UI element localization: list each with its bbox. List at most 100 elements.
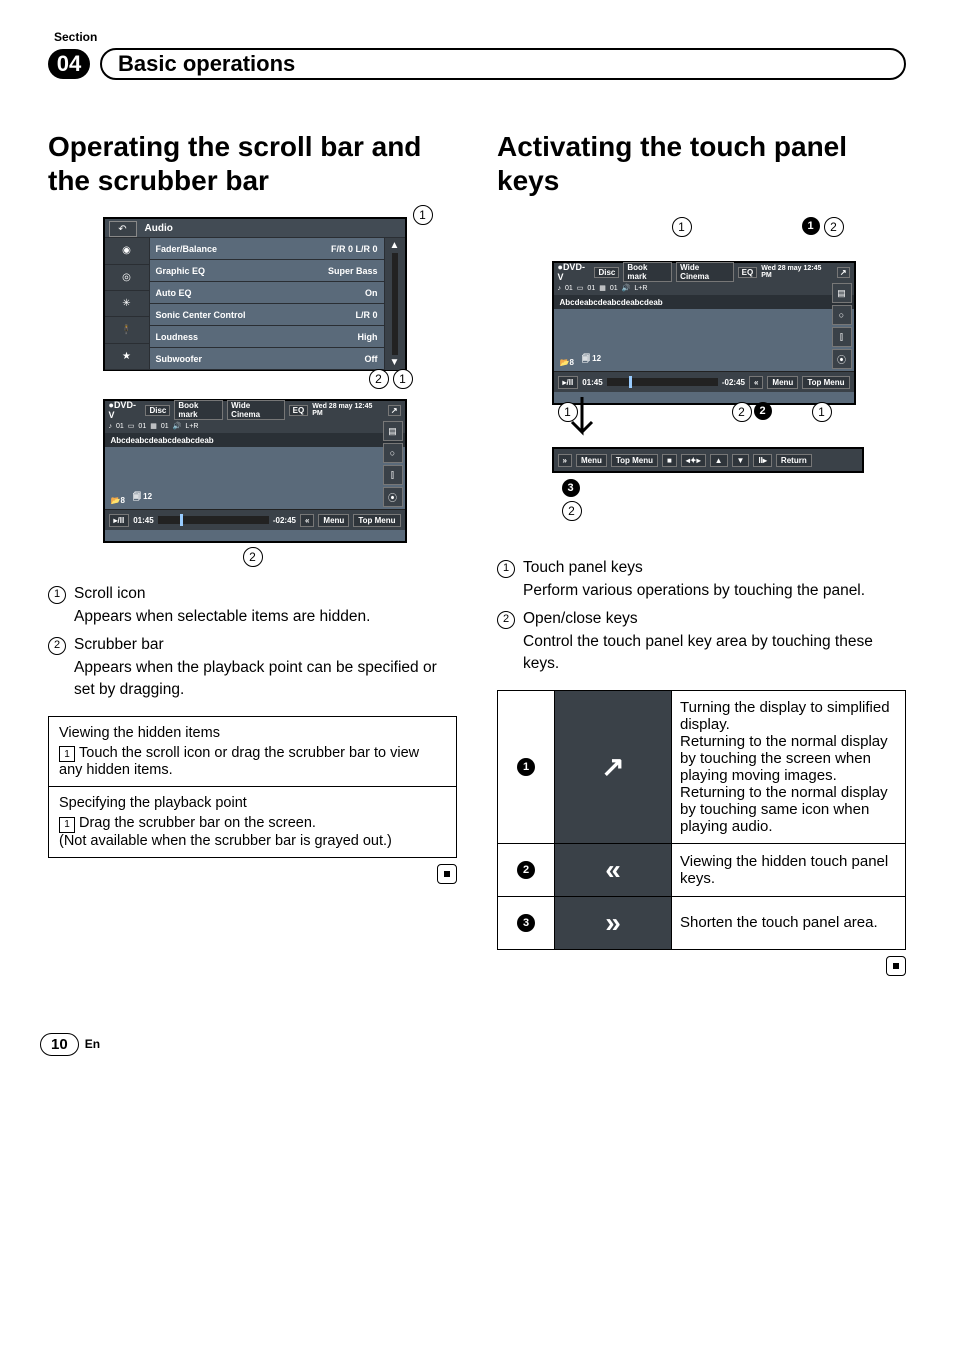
table-desc: Shorten the touch panel area. [672,896,906,949]
top-menu-button: Top Menu [353,514,400,527]
callout-dot: 3 [562,479,580,497]
right-column: Activating the touch panel keys 1 1 2 ●D… [497,110,906,976]
track-num: 01 [161,423,169,430]
strip-button: ▲ [710,454,728,467]
time-remain: -02:45 [273,516,296,525]
header-title-container: Basic operations [100,48,906,80]
source-label: ●DVD-V [558,262,591,282]
back-icon: ↶ [109,221,137,237]
list-desc: Control the touch panel key area by touc… [523,631,906,676]
simplify-icon: ↗ [588,749,638,785]
top-pill: Disc [594,267,619,278]
callout-dot: 2 [754,402,772,420]
collapse-icon: » [558,454,572,467]
table-dot: 2 [517,861,535,879]
list-label: Scroll icon [74,583,457,605]
side-icon: ▤ [832,283,852,303]
row-value: Off [365,354,378,364]
callout-circle: 1 [812,402,832,422]
row-label: Fader/Balance [156,244,218,254]
step-text: Drag the scrubber bar on the screen. (No… [59,815,392,849]
end-section-icon [886,956,906,976]
eq-icon: ✳ [105,291,149,317]
scroll-up-icon: ▲ [390,240,400,251]
track-num: 01 [116,423,124,430]
table-dot: 1 [517,758,535,776]
collapse-right-icon: » [588,905,638,941]
page-number: 10 [40,1033,79,1056]
box-title: Viewing the hidden items [59,725,446,741]
row-value: L/R 0 [355,310,377,320]
menu-button: Menu [767,376,798,389]
top-pill: Book mark [623,262,672,282]
list-desc: Appears when selectable items are hidden… [74,606,457,628]
callout-dot: 1 [802,217,820,235]
audio-row: Sonic Center Control L/R 0 [150,304,384,326]
arrow-icon [562,392,602,452]
side-icon: ○ [383,443,403,463]
callout-circle: 2 [243,547,263,567]
time-elapsed: 01:45 [133,516,153,525]
audio-settings-mock: ↶ Audio ◉ ◎ ✳ 🕴 ★ Fader/BalanceF/R 0 L/R… [103,217,407,371]
top-menu-button: Top Menu [802,376,849,389]
row-label: Auto EQ [156,288,192,298]
callout-circle: 1 [393,369,413,389]
track-num: 01 [138,423,146,430]
list-label: Touch panel keys [523,557,906,579]
audio-row: Graphic EQSuper Bass [150,260,384,282]
song-title: Abcdeabcdeabcdeabcdeab [105,433,405,447]
left-column: Operating the scroll bar and the scrubbe… [48,110,457,976]
list-desc: Appears when the playback point can be s… [74,657,457,702]
audio-mode: L+R [185,423,198,430]
row-label: Loudness [156,332,199,342]
expand-left-icon: « [300,514,314,527]
clock-label: Wed 28 may 12:45 PM [312,403,384,417]
audio-row: Fader/Balance F/R 0 L/R 0 [150,238,384,260]
callout-circle: 1 [413,205,433,225]
touch-panel-diagram: 1 1 2 ●DVD-V Disc Book mark Wide Cinema … [532,217,872,537]
play-pause-icon: ▸/II [558,376,579,389]
list-desc: Perform various operations by touching t… [523,580,906,602]
expand-icon: ↗ [837,267,850,278]
scroll-bar: ▲ ▼ [384,238,405,370]
list-label: Scrubber bar [74,634,457,656]
chapter-count: 12 [592,354,601,363]
box-title: Specifying the playback point [59,795,446,811]
row-label: Sonic Center Control [156,310,246,320]
side-icon: ⦿ [832,349,852,369]
side-icon: ⫿ [383,465,403,485]
top-pill: EQ [289,405,309,416]
step-number: 1 [59,746,75,762]
row-value: Super Bass [328,266,378,276]
expand-left-icon: « [588,852,638,888]
step-number: 1 [59,817,75,833]
audio-mock-title: Audio [105,219,405,238]
play-pause-icon: ▸/II [109,514,130,527]
strip-button: ◂✦▸ [681,454,706,467]
side-icon: ⦿ [383,487,403,507]
end-section-icon [437,864,457,884]
folder-count: 8 [120,496,124,505]
right-heading: Activating the touch panel keys [497,130,906,197]
side-icon: ▤ [383,421,403,441]
scrubber-bar [158,516,269,524]
list-number: 2 [497,611,515,629]
callout-circle: 1 [672,217,692,237]
top-pill: Book mark [174,400,223,420]
table-dot: 3 [517,914,535,932]
header-title: Basic operations [118,51,295,77]
list-label: Open/close keys [523,608,906,630]
audio-row: Auto EQ On [150,282,384,304]
page-language: En [85,1037,100,1051]
row-label: Subwoofer [156,354,203,364]
side-icon: ⫿ [832,327,852,347]
table-desc: Viewing the hidden touch panel keys. [672,843,906,896]
chapter-count: 12 [143,492,152,501]
row-value: F/R 0 L/R 0 [331,244,378,254]
callout-circle: 2 [732,402,752,422]
top-pill: Wide Cinema [227,400,284,420]
row-value: On [365,288,378,298]
audio-row: LoudnessHigh [150,326,384,348]
top-pill: Disc [145,405,170,416]
strip-button: ■ [662,454,677,467]
